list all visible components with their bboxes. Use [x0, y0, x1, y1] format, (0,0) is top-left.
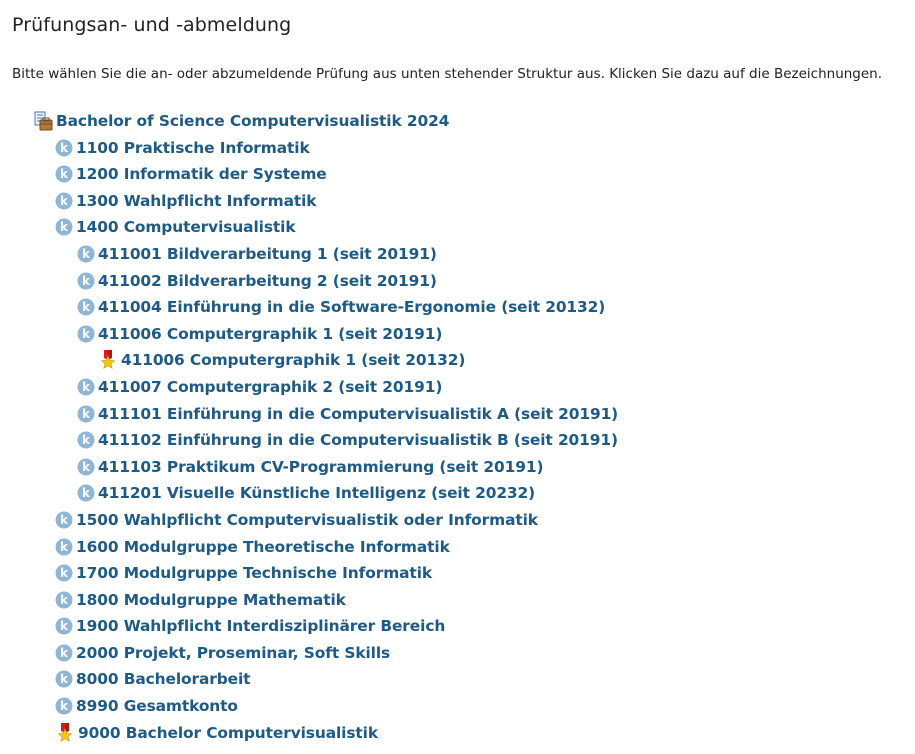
- k-module-icon: k: [55, 538, 73, 556]
- tree-node-label[interactable]: 1200 Informatik der Systeme: [76, 165, 327, 183]
- tree-node-label[interactable]: 1300 Wahlpflicht Informatik: [76, 192, 317, 210]
- svg-text:k: k: [82, 300, 91, 314]
- medal-icon: [99, 350, 117, 370]
- tree-node-1200[interactable]: k 1200 Informatik der Systeme: [55, 162, 327, 186]
- svg-text:k: k: [82, 247, 91, 261]
- k-module-icon: k: [77, 298, 95, 316]
- tree-node-411101[interactable]: k 411101 Einführung in die Computervisua…: [77, 402, 618, 426]
- svg-text:k: k: [60, 646, 69, 660]
- tree-node-label[interactable]: 411103 Praktikum CV-Programmierung (seit…: [98, 458, 544, 476]
- tree-node-1700[interactable]: k 1700 Modulgruppe Technische Informatik: [55, 561, 432, 585]
- svg-text:k: k: [60, 593, 69, 607]
- tree-node-411001[interactable]: k 411001 Bildverarbeitung 1 (seit 20191): [77, 242, 437, 266]
- tree-node-411006[interactable]: k 411006 Computergraphik 1 (seit 20191): [77, 322, 442, 346]
- tree-node-8990[interactable]: k 8990 Gesamtkonto: [55, 694, 238, 718]
- tree-node-label[interactable]: 1800 Modulgruppe Mathematik: [76, 591, 346, 609]
- svg-text:k: k: [60, 540, 69, 554]
- k-module-icon: k: [77, 431, 95, 449]
- k-module-icon: k: [55, 511, 73, 529]
- tree-node-label[interactable]: 9000 Bachelor Computervisualistik: [78, 724, 378, 742]
- tree-node-411007[interactable]: k 411007 Computergraphik 2 (seit 20191): [77, 375, 442, 399]
- k-module-icon: k: [77, 245, 95, 263]
- tree-node-1900[interactable]: k 1900 Wahlpflicht Interdisziplinärer Be…: [55, 614, 445, 638]
- tree-node-label[interactable]: 1400 Computervisualistik: [76, 218, 296, 236]
- k-module-icon: k: [55, 591, 73, 609]
- tree-node-label[interactable]: 411006 Computergraphik 1 (seit 20132): [121, 351, 465, 369]
- tree-node-label[interactable]: 2000 Projekt, Proseminar, Soft Skills: [76, 644, 390, 662]
- k-module-icon: k: [77, 484, 95, 502]
- tree-node-label[interactable]: 1500 Wahlpflicht Computervisualistik ode…: [76, 511, 538, 529]
- k-module-icon: k: [77, 272, 95, 290]
- tree-node-2000[interactable]: k 2000 Projekt, Proseminar, Soft Skills: [55, 641, 390, 665]
- k-module-icon: k: [77, 405, 95, 423]
- svg-text:k: k: [60, 194, 69, 208]
- tree-node-1600[interactable]: k 1600 Modulgruppe Theoretische Informat…: [55, 535, 450, 559]
- instruction-text: Bitte wählen Sie die an- oder abzumelden…: [12, 66, 883, 82]
- tree-node-1100[interactable]: k 1100 Praktische Informatik: [55, 136, 310, 160]
- svg-text:k: k: [60, 672, 69, 686]
- k-module-icon: k: [55, 218, 73, 236]
- tree-node-label[interactable]: Bachelor of Science Computervisualistik …: [56, 112, 449, 130]
- tree-node-label[interactable]: 8000 Bachelorarbeit: [76, 670, 251, 688]
- svg-text:k: k: [82, 274, 91, 288]
- k-module-icon: k: [77, 378, 95, 396]
- svg-text:k: k: [82, 380, 91, 394]
- tree-node-label[interactable]: 8990 Gesamtkonto: [76, 697, 238, 715]
- svg-text:k: k: [60, 699, 69, 713]
- svg-text:k: k: [82, 407, 91, 421]
- k-module-icon: k: [55, 165, 73, 183]
- tree-node-8000[interactable]: k 8000 Bachelorarbeit: [55, 667, 251, 691]
- degree-program-icon: [33, 111, 53, 131]
- tree-node-411004[interactable]: k 411004 Einführung in die Software-Ergo…: [77, 295, 605, 319]
- page-title: Prüfungsan- und -abmeldung: [12, 14, 292, 36]
- svg-text:k: k: [60, 141, 69, 155]
- svg-text:k: k: [60, 220, 69, 234]
- tree-node-root[interactable]: Bachelor of Science Computervisualistik …: [33, 109, 449, 133]
- svg-text:k: k: [60, 566, 69, 580]
- tree-node-411002[interactable]: k 411002 Bildverarbeitung 2 (seit 20191): [77, 269, 437, 293]
- k-module-icon: k: [55, 644, 73, 662]
- tree-node-label[interactable]: 411102 Einführung in die Computervisuali…: [98, 431, 618, 449]
- svg-text:k: k: [82, 460, 91, 474]
- tree-node-1500[interactable]: k 1500 Wahlpflicht Computervisualistik o…: [55, 508, 538, 532]
- tree-node-label[interactable]: 411002 Bildverarbeitung 2 (seit 20191): [98, 272, 437, 290]
- tree-node-label[interactable]: 1600 Modulgruppe Theoretische Informatik: [76, 538, 450, 556]
- tree-node-label[interactable]: 411004 Einführung in die Software-Ergono…: [98, 298, 605, 316]
- tree-node-1800[interactable]: k 1800 Modulgruppe Mathematik: [55, 588, 346, 612]
- tree-node-label[interactable]: 1900 Wahlpflicht Interdisziplinärer Bere…: [76, 617, 445, 635]
- svg-text:k: k: [60, 167, 69, 181]
- tree-node-label[interactable]: 1100 Praktische Informatik: [76, 139, 310, 157]
- tree-node-label[interactable]: 411201 Visuelle Künstliche Intelligenz (…: [98, 484, 535, 502]
- tree-node-411103[interactable]: k 411103 Praktikum CV-Programmierung (se…: [77, 455, 544, 479]
- k-module-icon: k: [77, 458, 95, 476]
- k-module-icon: k: [55, 192, 73, 210]
- k-module-icon: k: [55, 617, 73, 635]
- tree-node-label[interactable]: 411007 Computergraphik 2 (seit 20191): [98, 378, 442, 396]
- tree-node-411102[interactable]: k 411102 Einführung in die Computervisua…: [77, 428, 618, 452]
- k-module-icon: k: [55, 139, 73, 157]
- tree-node-9000[interactable]: 9000 Bachelor Computervisualistik: [56, 721, 378, 745]
- svg-text:k: k: [82, 327, 91, 341]
- k-module-icon: k: [55, 697, 73, 715]
- tree-node-label[interactable]: 411101 Einführung in die Computervisuali…: [98, 405, 618, 423]
- svg-text:k: k: [82, 433, 91, 447]
- k-module-icon: k: [55, 670, 73, 688]
- tree-node-1300[interactable]: k 1300 Wahlpflicht Informatik: [55, 189, 317, 213]
- tree-node-label[interactable]: 411006 Computergraphik 1 (seit 20191): [98, 325, 442, 343]
- svg-text:k: k: [60, 619, 69, 633]
- tree-node-1400[interactable]: k 1400 Computervisualistik: [55, 215, 296, 239]
- svg-text:k: k: [60, 513, 69, 527]
- tree-node-label[interactable]: 1700 Modulgruppe Technische Informatik: [76, 564, 432, 582]
- medal-icon: [56, 723, 74, 743]
- tree-node-411201[interactable]: k 411201 Visuelle Künstliche Intelligenz…: [77, 481, 535, 505]
- tree-node-label[interactable]: 411001 Bildverarbeitung 1 (seit 20191): [98, 245, 437, 263]
- k-module-icon: k: [55, 564, 73, 582]
- svg-text:k: k: [82, 486, 91, 500]
- tree-node-411006-exam[interactable]: 411006 Computergraphik 1 (seit 20132): [99, 348, 465, 372]
- k-module-icon: k: [77, 325, 95, 343]
